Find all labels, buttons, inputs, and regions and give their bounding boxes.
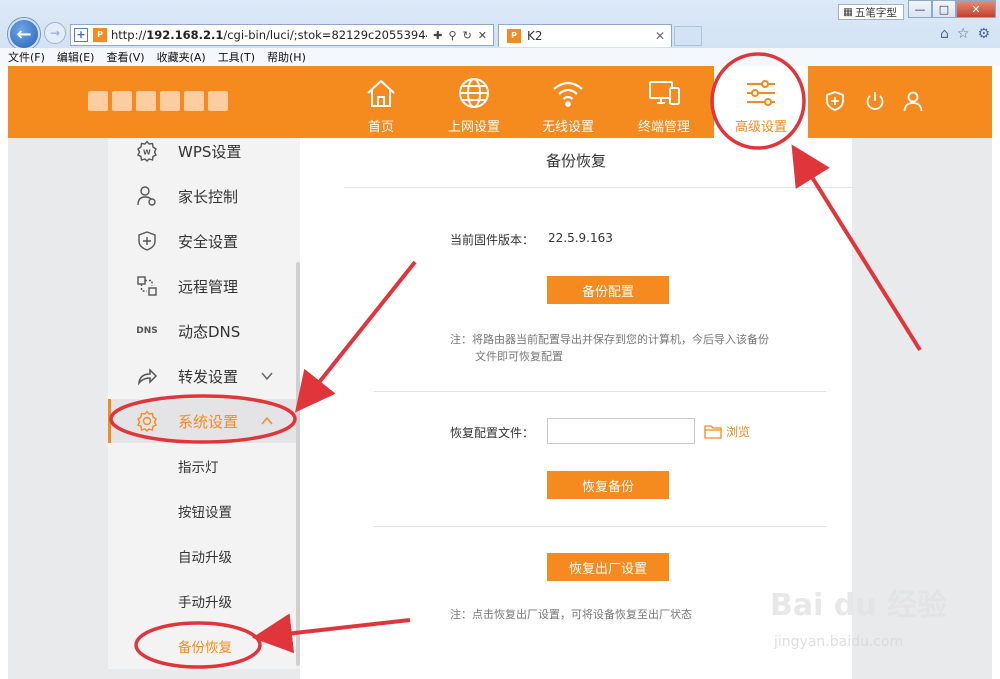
sidebar-item-remote[interactable]: 远程管理: [108, 264, 300, 308]
backup-config-button[interactable]: 备份配置: [547, 276, 669, 304]
nav-internet[interactable]: 上网设置: [444, 66, 504, 138]
sidebar-item-parental[interactable]: 家长控制: [108, 174, 300, 218]
forward-button[interactable]: →: [44, 22, 66, 44]
nav-advanced[interactable]: 高级设置: [714, 66, 808, 138]
router-header: 首页 上网设置 无线设置 终端管理 高级设置: [8, 66, 992, 138]
home-icon[interactable]: ⌂: [940, 26, 949, 42]
new-tab-button[interactable]: [674, 26, 702, 46]
sidebar-sub-manual-upgrade[interactable]: 手动升级: [108, 579, 300, 623]
shield-plus-icon: +: [74, 28, 88, 42]
nav-home[interactable]: 首页: [358, 66, 404, 138]
backup-note: 注：将路由器当前配置导出并保存到您的计算机，今后导入该备份 文件即可恢复配置: [450, 333, 769, 363]
firmware-version: 22.5.9.163: [548, 231, 613, 245]
browse-button[interactable]: 浏览: [704, 423, 750, 440]
tab-close-icon[interactable]: ✕: [655, 29, 665, 43]
ime-indicator[interactable]: ▦ 五笔字型: [838, 4, 904, 20]
folder-icon: [704, 425, 722, 439]
back-button[interactable]: ←: [8, 18, 40, 50]
search-icon[interactable]: ⚲: [449, 29, 457, 42]
restore-file-label: 恢复配置文件：: [450, 426, 535, 440]
menu-favorites[interactable]: 收藏夹(A): [157, 49, 206, 65]
browser-chrome: ← → + P http://192.168.2.1/cgi-bin/luci/…: [0, 0, 1000, 66]
globe-icon: [459, 78, 489, 108]
chevron-down-icon[interactable]: [260, 369, 274, 383]
settings-gear-icon[interactable]: ⚙: [977, 26, 990, 42]
sidebar-item-forwarding[interactable]: 转发设置: [108, 354, 300, 398]
minimize-button[interactable]: —: [908, 0, 932, 18]
sidebar-sub-buttons[interactable]: 按钮设置: [108, 489, 300, 533]
compat-icon[interactable]: ✚: [433, 29, 442, 42]
sidebar-sub-auto-upgrade[interactable]: 自动升级: [108, 534, 300, 578]
browser-tab[interactable]: P K2 ✕: [498, 24, 672, 47]
url-text[interactable]: http://192.168.2.1/cgi-bin/luci/;stok=82…: [111, 28, 427, 42]
menu-tools[interactable]: 工具(T): [218, 49, 255, 65]
menu-bar: 文件(F) 编辑(E) 查看(V) 收藏夹(A) 工具(T) 帮助(H): [0, 48, 1000, 66]
sidebar-sub-led[interactable]: 指示灯: [108, 444, 300, 488]
dns-icon: DNS: [136, 326, 158, 336]
page-title: 备份恢复: [545, 152, 606, 170]
maximize-button[interactable]: □: [932, 0, 956, 18]
watermark-sub: jingyan.baidu.com: [774, 634, 904, 650]
user-icon[interactable]: [902, 90, 924, 112]
home-icon: [367, 79, 395, 107]
sidebar-item-security[interactable]: 安全设置: [108, 219, 300, 263]
firmware-label: 当前固件版本：: [450, 233, 535, 247]
remote-icon: [137, 276, 157, 296]
menu-file[interactable]: 文件(F): [8, 49, 45, 65]
wifi-icon: [553, 81, 583, 107]
sidebar-item-wps[interactable]: W WPS设置: [108, 129, 300, 173]
brand-logo: [88, 88, 238, 114]
restore-backup-button[interactable]: 恢复备份: [547, 471, 669, 499]
arrow-right-icon: →: [49, 26, 61, 40]
ime-icon: ▦: [843, 6, 853, 18]
divider: [374, 391, 826, 392]
wps-icon: W: [137, 140, 157, 162]
baidu-watermark: Bai du 经验 jingyan.baidu.com: [770, 580, 970, 670]
tab-title: K2: [527, 29, 543, 43]
factory-reset-button[interactable]: 恢复出厂设置: [547, 553, 669, 581]
menu-help[interactable]: 帮助(H): [267, 49, 306, 65]
site-favicon-icon: P: [93, 28, 107, 42]
nav-devices[interactable]: 终端管理: [634, 66, 694, 138]
window-controls: — □ ✕: [908, 0, 996, 18]
divider: [374, 526, 826, 527]
watermark-main: Bai du 经验: [770, 588, 948, 623]
arrow-left-icon: ←: [16, 23, 32, 45]
chevron-up-icon[interactable]: [260, 414, 274, 428]
shield-plus-icon: [138, 231, 156, 251]
gear-icon: [137, 410, 157, 432]
window-close-button[interactable]: ✕: [956, 0, 996, 18]
nav-wireless[interactable]: 无线设置: [538, 66, 598, 138]
svg-text:W: W: [143, 149, 151, 157]
devices-icon: [649, 81, 680, 105]
sidebar-item-system[interactable]: 系统设置: [108, 399, 300, 443]
shield-plus-icon[interactable]: [824, 90, 846, 112]
favorites-star-icon[interactable]: ☆: [957, 26, 970, 42]
power-icon[interactable]: [864, 90, 886, 112]
factory-note: 注：点击恢复出厂设置，可将设备恢复至出厂状态: [450, 608, 692, 621]
forward-icon: [137, 368, 158, 386]
menu-edit[interactable]: 编辑(E): [57, 49, 95, 65]
parental-icon: [137, 186, 156, 206]
refresh-icon[interactable]: ↻: [463, 29, 472, 42]
sliders-icon: [747, 80, 775, 106]
restore-file-input[interactable]: [547, 418, 695, 444]
menu-view[interactable]: 查看(V): [106, 49, 144, 65]
close-icon[interactable]: ✕: [478, 29, 487, 42]
sidebar-sub-backup-restore[interactable]: 备份恢复: [108, 624, 300, 668]
divider: [344, 187, 854, 188]
sidebar-item-ddns[interactable]: DNS 动态DNS: [108, 309, 300, 353]
tab-favicon-icon: P: [507, 29, 521, 43]
sidebar: W WPS设置 家长控制 安全设置 远程管理 DNS 动态DNS 转发设置 系统…: [108, 138, 300, 669]
address-bar[interactable]: + P http://192.168.2.1/cgi-bin/luci/;sto…: [70, 24, 494, 46]
